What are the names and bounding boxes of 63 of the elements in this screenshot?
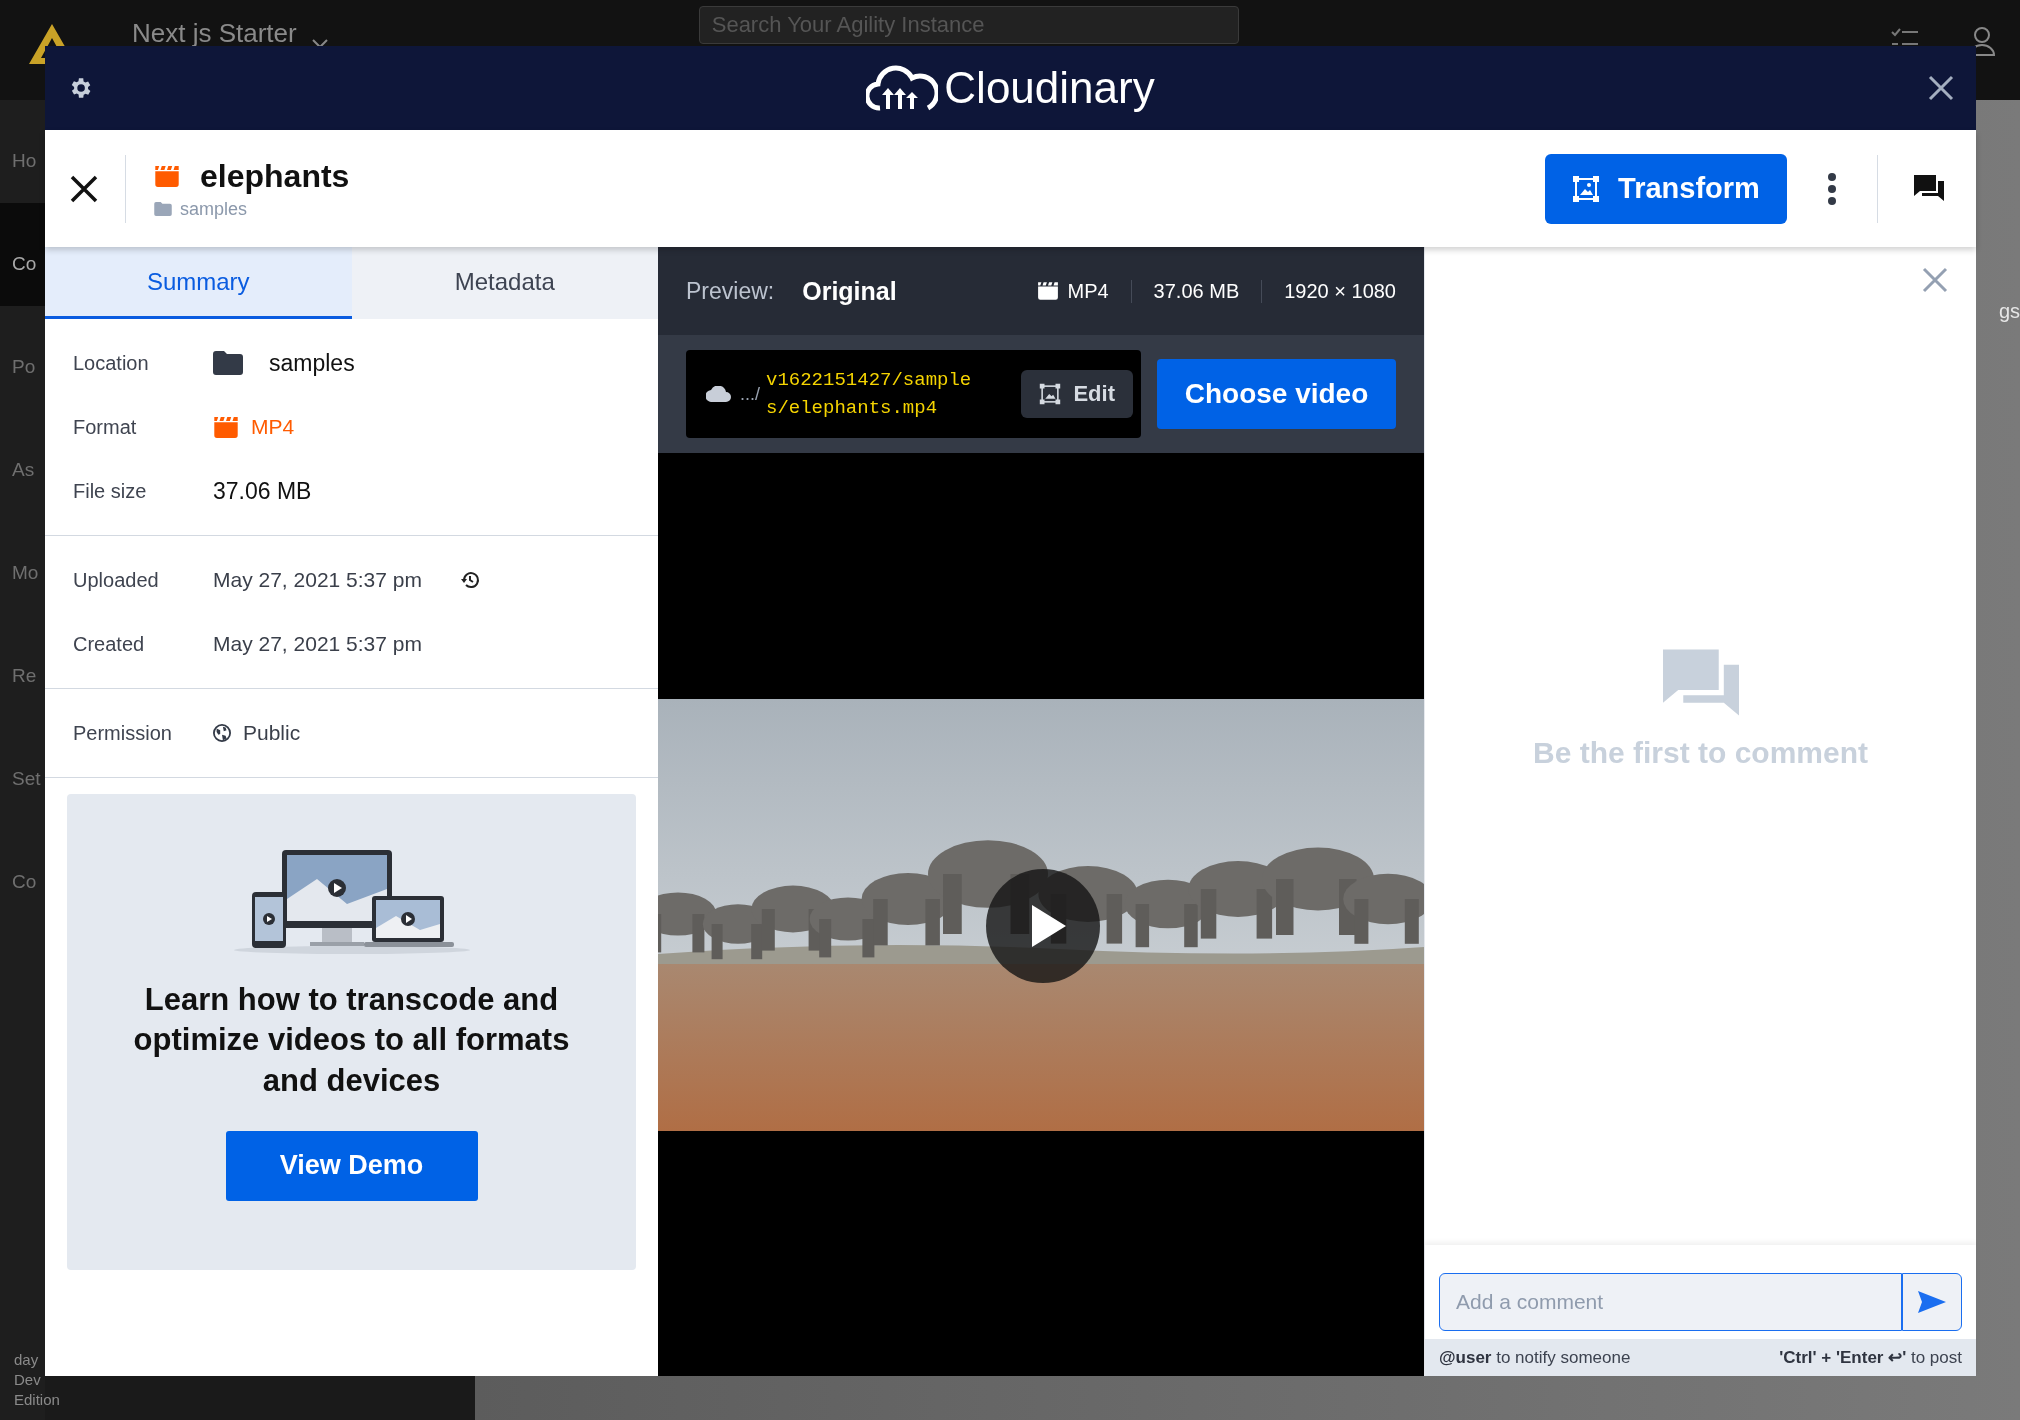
folder-icon [154, 202, 172, 216]
asset-folder[interactable]: samples [180, 198, 248, 220]
comments-icon[interactable] [1914, 174, 1944, 203]
nav-item[interactable]: Mo [0, 512, 45, 615]
asset-path: v1622151427/samples/elephants.mp4 [766, 367, 972, 421]
cloud-logo-icon [866, 64, 939, 112]
promo-title: Learn how to transcode and optimize videos to all formats and devices [132, 981, 571, 1100]
nav-item[interactable]: Set [0, 718, 45, 821]
tab[interactable]: Summary [45, 247, 352, 319]
preview-version: Original [802, 276, 897, 306]
edit-button[interactable]: Edit [1021, 370, 1133, 418]
play-button-icon[interactable] [986, 869, 1100, 983]
preview-label: Preview: [686, 277, 775, 305]
tab[interactable]: Metadata [351, 247, 658, 319]
close-button[interactable] [1928, 75, 1954, 101]
folder-icon [213, 351, 243, 375]
send-icon [1918, 1291, 1946, 1313]
asset-name: elephants [200, 157, 350, 195]
send-button[interactable] [1902, 1273, 1962, 1331]
more-options-icon[interactable] [1827, 172, 1837, 205]
field-label: Format [73, 415, 138, 439]
mention-hint: @user to notify someone [1439, 1347, 1631, 1368]
history-icon[interactable] [459, 570, 480, 590]
field-value: samples [269, 349, 355, 377]
sidebar-footer-text: day [14, 1351, 39, 1368]
field-label: Permission [73, 721, 173, 745]
field-label: Location [73, 351, 150, 375]
field-value: May 27, 2021 5:37 pm [213, 568, 422, 592]
post-shortcut-hint: 'Ctrl' + 'Enter ↩' to post [1779, 1347, 1962, 1368]
nav-item[interactable]: Po [0, 306, 45, 409]
clapperboard-icon [154, 165, 180, 187]
app-title: Next js Starter [132, 18, 297, 49]
nav-item[interactable]: Co [0, 821, 45, 924]
field-label: File size [73, 479, 148, 503]
frame-icon [1039, 383, 1062, 405]
format-text: MP4 [1067, 279, 1109, 303]
transform-button[interactable]: Transform [1545, 153, 1787, 224]
choose-video-button[interactable]: Choose video [1157, 359, 1396, 429]
globe-icon [213, 724, 231, 742]
cloud-icon [706, 386, 732, 402]
field-value: MP4 [251, 415, 295, 439]
nav-item[interactable]: Ho [0, 100, 45, 203]
nav-item[interactable]: Re [0, 615, 45, 718]
field-value: 37.06 MB [213, 477, 312, 505]
nav-item[interactable]: As [0, 409, 45, 512]
view-demo-button[interactable]: View Demo [225, 1130, 478, 1201]
path-prefix: .../ [740, 383, 760, 405]
clapperboard-icon [213, 416, 239, 438]
close-button[interactable] [69, 173, 99, 204]
field-value: Public [243, 721, 301, 745]
sidebar-footer-text: Dev [14, 1371, 41, 1388]
tab-label: gs [1998, 300, 2020, 323]
brand-name: Cloudinary [944, 63, 1155, 113]
field-value: May 27, 2021 5:37 pm [213, 632, 422, 656]
comment-field[interactable]: Add a comment [1439, 1273, 1902, 1331]
frame-icon [1572, 174, 1601, 203]
file-size-text: 37.06 MB [1153, 279, 1240, 303]
dimensions-text: 1920 × 1080 [1284, 279, 1396, 303]
sidebar-footer-text: Edition [14, 1391, 60, 1408]
field-label: Uploaded [73, 568, 160, 592]
field-label: Created [73, 632, 146, 656]
clapperboard-icon [1037, 282, 1060, 300]
nav-item[interactable]: Co [0, 203, 45, 306]
